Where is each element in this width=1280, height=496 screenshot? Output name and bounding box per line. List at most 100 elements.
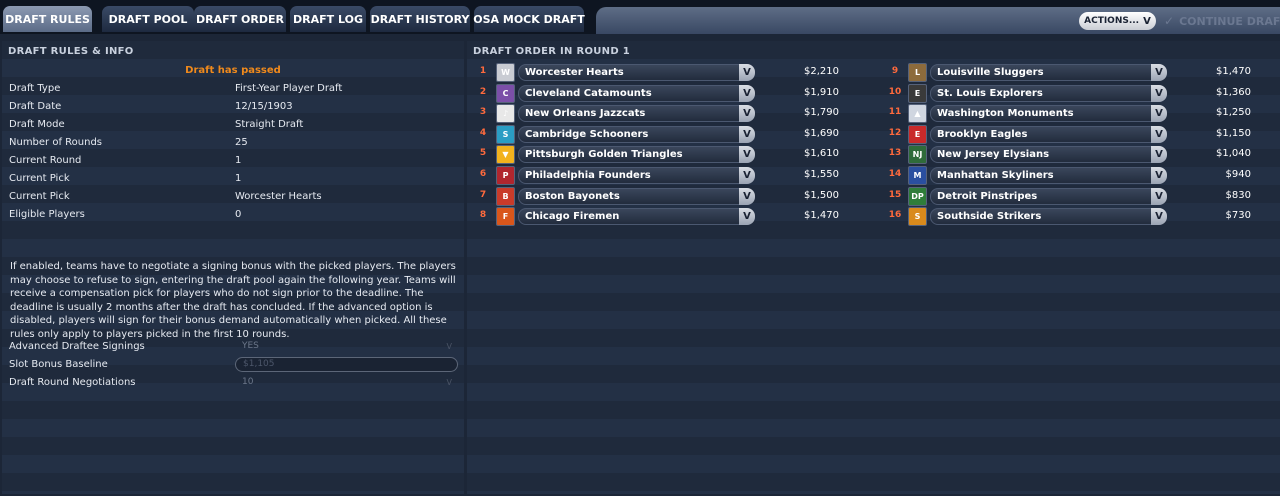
bonus-amount: $940 (1225, 169, 1251, 180)
info-row: Draft Date 12/15/1903 (2, 97, 464, 115)
actions-button[interactable]: ACTIONS... V (1079, 12, 1156, 30)
round-negotiations-select[interactable]: 10 V (235, 375, 458, 390)
team-dropdown-button[interactable]: V (739, 84, 755, 102)
bonus-amount: $1,360 (1216, 86, 1251, 98)
pick-number: 12 (888, 127, 902, 138)
tab-draft-history[interactable]: DRAFT HISTORY (370, 6, 470, 32)
pick-number: 1 (479, 66, 487, 76)
team-name[interactable]: Southside Strikers (930, 208, 1166, 226)
option-label: Advanced Draftee Signings (9, 340, 145, 352)
pick-row: 15 DP Detroit Pinstripes V $830 (887, 186, 1257, 206)
team-name[interactable]: New Jersey Elysians (930, 146, 1166, 164)
team-name[interactable]: New Orleans Jazzcats (518, 105, 754, 123)
team-name[interactable]: Chicago Firemen (518, 208, 754, 226)
team-dropdown-button[interactable]: V (739, 125, 755, 143)
team-logo-icon: W (496, 63, 515, 82)
advanced-signings-select[interactable]: YES V (235, 339, 458, 354)
team-dropdown-button[interactable]: V (739, 187, 755, 205)
team-dropdown-button[interactable]: V (1151, 187, 1167, 205)
team-dropdown-button[interactable]: V (739, 105, 755, 123)
team-name[interactable]: Louisville Sluggers (930, 64, 1166, 81)
tab-draft-rules[interactable]: DRAFT RULES (3, 6, 92, 32)
panel-title: DRAFT ORDER IN ROUND 1 (473, 46, 630, 57)
info-value: Straight Draft (235, 118, 304, 130)
team-logo-icon: NJ (908, 145, 927, 165)
chevron-down-icon: V (446, 341, 452, 351)
team-dropdown-button[interactable]: V (1151, 208, 1167, 226)
slot-bonus-input[interactable]: $1,105 (235, 356, 458, 372)
tab-bar: DRAFT RULES DRAFT POOL DRAFT ORDER DRAFT… (0, 0, 1280, 34)
team-dropdown-button[interactable]: V (1151, 125, 1167, 143)
bonus-amount: $1,040 (1216, 148, 1251, 160)
team-name[interactable]: Cleveland Catamounts (518, 84, 754, 102)
team-name[interactable]: Worcester Hearts (518, 64, 754, 81)
pick-row: 10 E St. Louis Explorers V $1,360 (887, 83, 1257, 103)
pick-row: 8 F Chicago Firemen V $1,470 (475, 207, 845, 227)
bonus-amount: $1,500 (804, 189, 839, 201)
team-logo-icon: P (496, 166, 515, 185)
team-dropdown-button[interactable]: V (1151, 105, 1167, 123)
team-name[interactable]: Pittsburgh Golden Triangles (518, 146, 754, 164)
info-value: 0 (235, 208, 242, 220)
info-value: Worcester Hearts (235, 190, 322, 202)
pick-number: 6 (479, 169, 487, 179)
team-name[interactable]: Brooklyn Eagles (930, 125, 1166, 143)
team-dropdown-button[interactable]: V (739, 146, 755, 164)
info-row: Number of Rounds 25 (2, 133, 464, 151)
pick-row: 14 M Manhattan Skyliners V $940 (887, 166, 1257, 185)
team-name[interactable]: Philadelphia Founders (518, 167, 754, 184)
team-dropdown-button[interactable]: V (739, 167, 755, 184)
option-row-advanced-signings: Advanced Draftee Signings YES V (2, 337, 464, 355)
chevron-down-icon: V (446, 377, 452, 387)
continue-draft-label: CONTINUE DRAFT (1179, 14, 1280, 28)
info-label: Current Round (9, 154, 82, 166)
bonus-amount: $1,690 (804, 127, 839, 139)
team-name[interactable]: Detroit Pinstripes (930, 187, 1166, 205)
info-label: Current Pick (9, 172, 70, 184)
pick-row: 12 E Brooklyn Eagles V $1,150 (887, 124, 1257, 144)
select-value: YES (242, 341, 259, 351)
info-value: 1 (235, 154, 242, 166)
team-name[interactable]: St. Louis Explorers (930, 84, 1166, 102)
info-row: Current Pick 1 (2, 169, 464, 187)
tab-osa-mock-draft[interactable]: OSA MOCK DRAFT (473, 6, 585, 32)
team-logo-icon: E (908, 124, 927, 144)
team-name[interactable]: Washington Monuments (930, 105, 1166, 123)
team-dropdown-button[interactable]: V (739, 64, 755, 81)
team-logo-icon: S (496, 124, 515, 144)
info-row: Draft Type First-Year Player Draft (2, 79, 464, 97)
team-dropdown-button[interactable]: V (1151, 146, 1167, 164)
pick-number: 10 (888, 86, 902, 97)
pick-row: 1 W Worcester Hearts V $2,210 (475, 63, 845, 82)
team-logo-icon: ▲ (908, 104, 927, 124)
bonus-amount: $1,150 (1216, 127, 1251, 139)
team-dropdown-button[interactable]: V (1151, 64, 1167, 81)
team-dropdown-button[interactable]: V (1151, 167, 1167, 184)
team-logo-icon: L (908, 63, 927, 82)
pick-row: 6 P Philadelphia Founders V $1,550 (475, 166, 845, 185)
bonus-amount: $830 (1225, 189, 1251, 201)
tab-draft-pool[interactable]: DRAFT POOL (102, 6, 194, 32)
info-row: Draft Mode Straight Draft (2, 115, 464, 133)
team-name[interactable]: Manhattan Skyliners (930, 167, 1166, 184)
tab-draft-order[interactable]: DRAFT ORDER (194, 6, 286, 32)
bonus-amount: $1,910 (804, 86, 839, 98)
checkmark-icon: ✓ (1164, 14, 1175, 28)
tab-draft-log[interactable]: DRAFT LOG (290, 6, 366, 32)
continue-draft-button[interactable]: ✓ CONTINUE DRAFT (1164, 13, 1280, 29)
team-dropdown-button[interactable]: V (1151, 84, 1167, 102)
option-label: Draft Round Negotiations (9, 376, 136, 388)
pick-number: 8 (479, 210, 487, 221)
team-name[interactable]: Boston Bayonets (518, 187, 754, 205)
rules-description: If enabled, teams have to negotiate a si… (10, 261, 456, 340)
option-row-round-negotiations: Draft Round Negotiations 10 V (2, 373, 464, 391)
team-name[interactable]: Cambridge Schooners (518, 125, 754, 143)
pick-number: 5 (479, 148, 487, 159)
bonus-amount: $730 (1225, 210, 1251, 222)
pick-row: 13 NJ New Jersey Elysians V $1,040 (887, 145, 1257, 165)
input-value: $1,105 (243, 359, 275, 369)
team-logo-icon: S (908, 207, 927, 227)
team-dropdown-button[interactable]: V (739, 208, 755, 226)
info-value: 25 (235, 136, 248, 148)
pick-number: 4 (479, 127, 487, 138)
